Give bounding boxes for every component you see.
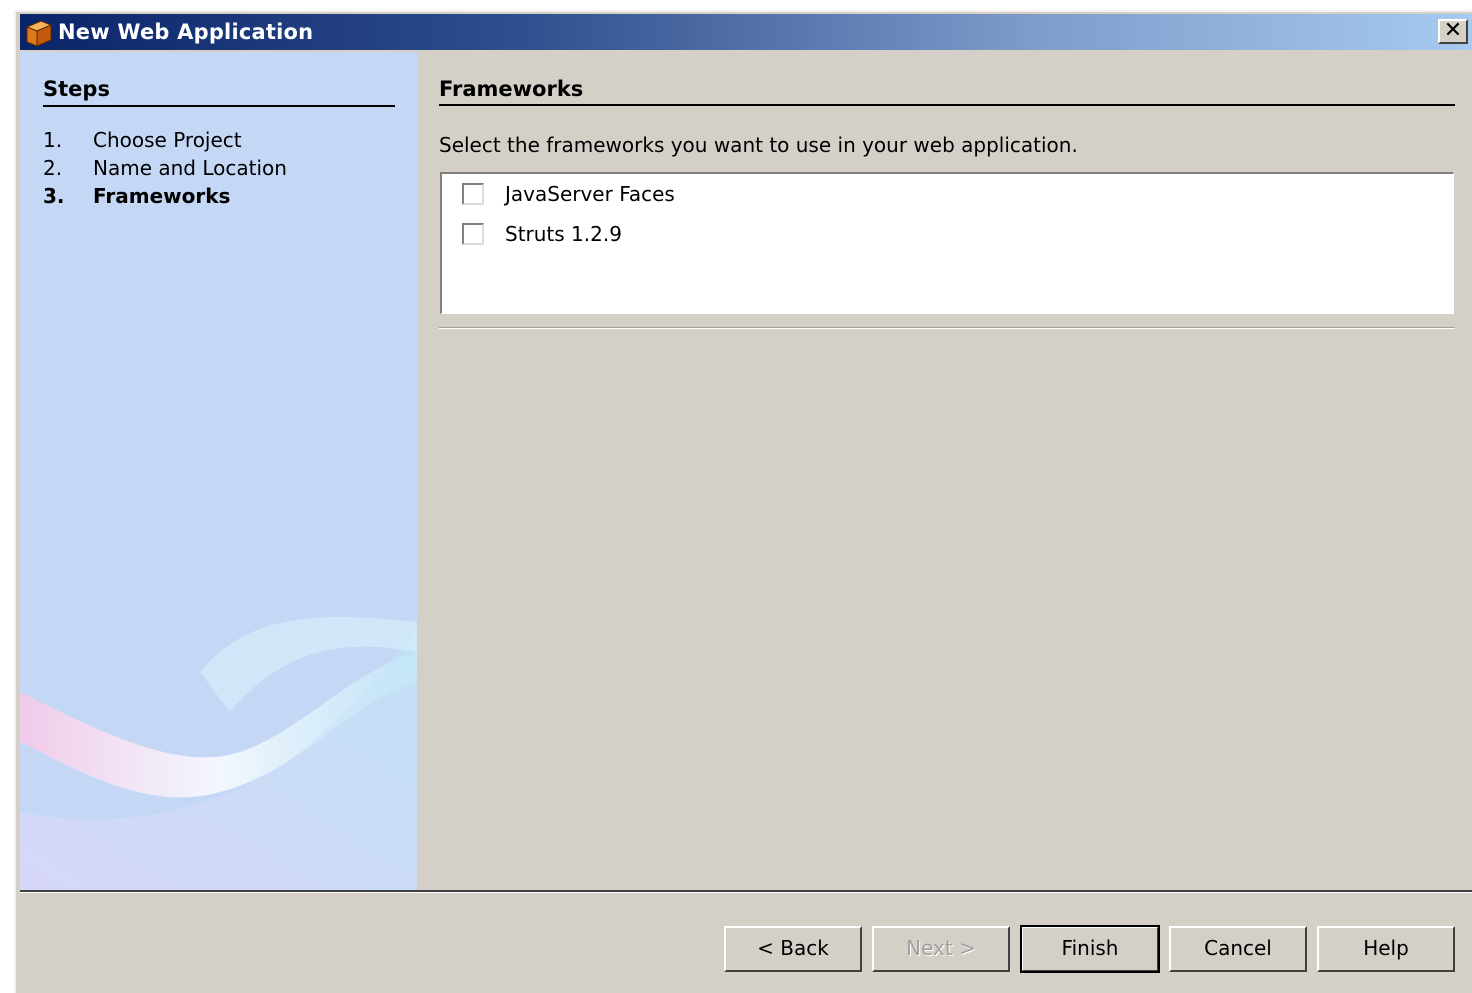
page-title: Frameworks	[439, 77, 584, 101]
step-item-name-and-location: 2. Name and Location	[43, 156, 287, 184]
heading-divider	[439, 104, 1455, 106]
list-item-javaserver-faces[interactable]: JavaServer Faces	[462, 180, 675, 208]
finish-button[interactable]: Finish	[1020, 925, 1160, 973]
wizard-dialog: New Web Application ✕ Steps 1. Choose Pr…	[14, 10, 1472, 993]
step-label: Choose Project	[93, 128, 242, 152]
frameworks-list[interactable]: JavaServer Faces Struts 1.2.9	[440, 172, 1454, 314]
content-panel: Frameworks Select the frameworks you wan…	[439, 52, 1455, 890]
close-button[interactable]: ✕	[1438, 19, 1468, 44]
instruction-text: Select the frameworks you want to use in…	[439, 133, 1078, 157]
step-number: 3.	[43, 184, 65, 208]
title-bar[interactable]: New Web Application ✕	[20, 14, 1472, 50]
step-item-frameworks: 3. Frameworks	[43, 184, 287, 212]
cancel-button[interactable]: Cancel	[1169, 926, 1307, 972]
list-divider	[439, 327, 1455, 329]
javaserver-faces-checkbox[interactable]	[462, 183, 484, 205]
step-label: Frameworks	[93, 184, 231, 208]
help-button[interactable]: Help	[1317, 926, 1455, 972]
framework-label: JavaServer Faces	[505, 182, 675, 206]
framework-label: Struts 1.2.9	[505, 222, 622, 246]
steps-panel: Steps 1. Choose Project 2. Name and Locati…	[20, 52, 417, 890]
list-item-struts[interactable]: Struts 1.2.9	[462, 220, 622, 248]
step-label: Name and Location	[93, 156, 287, 180]
back-button[interactable]: < Back	[724, 926, 862, 972]
steps-heading: Steps	[43, 77, 110, 101]
steps-divider	[43, 105, 395, 107]
step-number: 1.	[43, 128, 63, 152]
close-icon: ✕	[1443, 18, 1463, 43]
window-title: New Web Application	[58, 20, 314, 44]
step-number: 2.	[43, 156, 63, 180]
netbeans-app-icon	[25, 20, 53, 47]
next-button[interactable]: Next >	[872, 926, 1010, 972]
button-bar-divider	[20, 890, 1472, 893]
step-list: 1. Choose Project 2. Name and Location 3. F…	[43, 128, 287, 212]
struts-checkbox[interactable]	[462, 223, 484, 245]
step-item-choose-project: 1. Choose Project	[43, 128, 287, 156]
